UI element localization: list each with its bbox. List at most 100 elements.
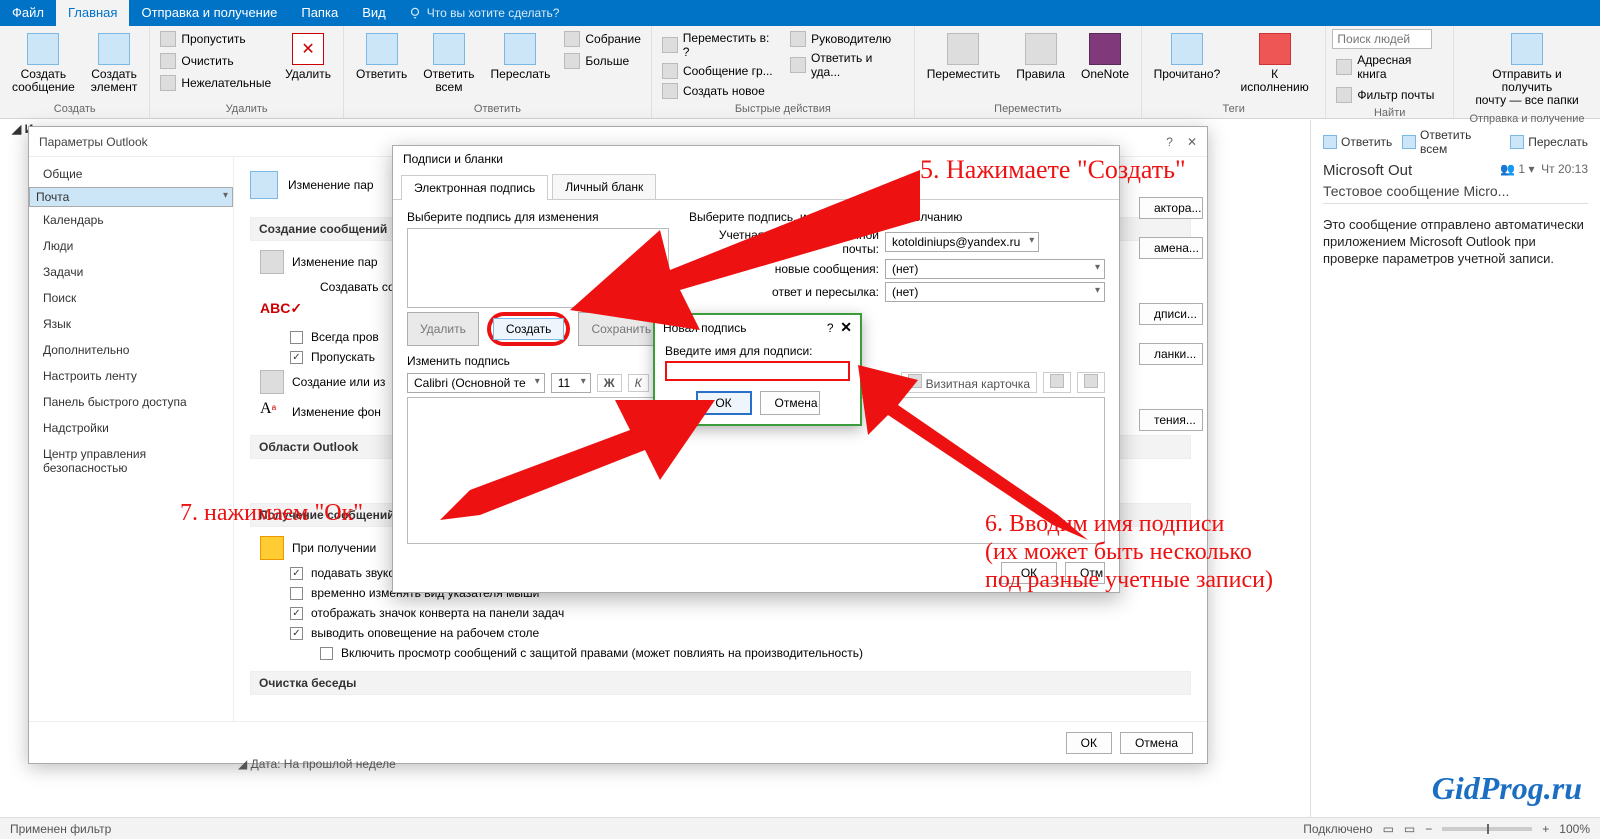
- cat-language[interactable]: Язык: [29, 311, 233, 337]
- checkbox[interactable]: [290, 587, 303, 600]
- tab-view[interactable]: Вид: [350, 0, 398, 26]
- link-button[interactable]: [1077, 372, 1105, 393]
- business-card-button[interactable]: Визитная карточка: [901, 372, 1037, 393]
- tab-email-signature[interactable]: Электронная подпись: [401, 175, 548, 200]
- help-button[interactable]: ?: [1166, 135, 1173, 149]
- group-quick-steps: Переместить в: ? Сообщение гр... Создать…: [652, 26, 915, 118]
- meeting-button[interactable]: Собрание: [560, 29, 645, 49]
- qs-replydel[interactable]: Ответить и уда...: [786, 49, 908, 81]
- address-book-button[interactable]: Адресная книга: [1332, 51, 1447, 83]
- sendreceive-button[interactable]: Отправить и получить почту — все папки: [1460, 29, 1594, 111]
- cat-advanced[interactable]: Дополнительно: [29, 337, 233, 363]
- size-select[interactable]: 11: [551, 373, 591, 393]
- save-signature-button[interactable]: Сохранить: [578, 312, 664, 346]
- reply-fwd-select[interactable]: (нет): [885, 282, 1105, 302]
- zoom-value: 100%: [1559, 822, 1590, 836]
- signature-cancel-button[interactable]: Отм: [1065, 562, 1105, 584]
- account-select[interactable]: kotoldiniups@yandex.ru: [885, 232, 1039, 252]
- search-people-input[interactable]: [1332, 29, 1432, 49]
- new-message-button[interactable]: Создать сообщение: [6, 29, 81, 101]
- envelope-icon: [250, 171, 278, 199]
- new-sig-name-input[interactable]: [665, 361, 850, 381]
- cat-mail[interactable]: Почта: [29, 187, 233, 207]
- side-btn[interactable]: актора...: [1139, 197, 1203, 219]
- clean-button[interactable]: Очистить: [156, 51, 275, 71]
- reply-button[interactable]: Ответить: [350, 29, 413, 101]
- delete-signature-button[interactable]: Удалить: [407, 312, 479, 346]
- date-group[interactable]: ◢ Дата: На прошлой неделе: [238, 757, 396, 771]
- options-cancel-button[interactable]: Отмена: [1120, 732, 1193, 754]
- cat-tasks[interactable]: Задачи: [29, 259, 233, 285]
- picture-button[interactable]: [1043, 372, 1071, 393]
- font-select[interactable]: Calibri (Основной те: [407, 373, 545, 393]
- tab-file[interactable]: Файл: [0, 0, 56, 26]
- qs-boss[interactable]: Руководителю: [786, 29, 908, 49]
- tab-folder[interactable]: Папка: [289, 0, 350, 26]
- delete-button[interactable]: Удалить: [279, 29, 337, 101]
- qs-new[interactable]: Создать новое: [658, 81, 782, 101]
- cat-ribbon[interactable]: Настроить ленту: [29, 363, 233, 389]
- cat-people[interactable]: Люди: [29, 233, 233, 259]
- forward-button[interactable]: Переслать: [485, 29, 557, 101]
- checkbox[interactable]: [290, 567, 303, 580]
- tab-home[interactable]: Главная: [56, 0, 129, 26]
- junk-button[interactable]: Нежелательные: [156, 73, 275, 93]
- signature-list[interactable]: [407, 228, 669, 308]
- followup-button[interactable]: К исполнению: [1230, 29, 1320, 101]
- qs-move[interactable]: Переместить в: ?: [658, 29, 782, 61]
- tab-sendreceive[interactable]: Отправка и получение: [129, 0, 289, 26]
- sender-name: Microsoft Out: [1323, 162, 1412, 179]
- checkbox[interactable]: [290, 331, 303, 344]
- reply-all-link[interactable]: Ответить всем: [1402, 128, 1500, 156]
- view-normal-icon[interactable]: ▭: [1383, 822, 1394, 836]
- cat-search[interactable]: Поиск: [29, 285, 233, 311]
- flag-icon: [1259, 33, 1291, 65]
- tell-me[interactable]: Что вы хотите сделать?: [398, 0, 570, 26]
- close-button[interactable]: ✕: [840, 319, 852, 335]
- italic-button[interactable]: К: [628, 374, 649, 392]
- rules-button[interactable]: Правила: [1010, 29, 1071, 101]
- reply-icon: [1323, 135, 1337, 149]
- signature-ok-button[interactable]: ОК: [1001, 562, 1057, 584]
- side-btn[interactable]: амена...: [1139, 237, 1203, 259]
- qs-team[interactable]: Сообщение гр...: [658, 61, 782, 81]
- zoom-slider[interactable]: [1442, 827, 1532, 831]
- new-item-button[interactable]: Создать элемент: [85, 29, 144, 101]
- side-btn[interactable]: тения...: [1139, 409, 1203, 431]
- new-sig-ok-button[interactable]: ОК: [696, 391, 752, 415]
- new-sig-cancel-button[interactable]: Отмена: [760, 391, 820, 415]
- create-signature-button[interactable]: Создать: [493, 318, 565, 340]
- checkbox[interactable]: [290, 607, 303, 620]
- cat-trust[interactable]: Центр управления безопасностью: [29, 441, 233, 481]
- read-unread-button[interactable]: Прочитано?: [1148, 29, 1226, 101]
- ignore-button[interactable]: Пропустить: [156, 29, 275, 49]
- side-btn[interactable]: дписи...: [1139, 303, 1203, 325]
- broom-icon: [160, 53, 176, 69]
- reply-link[interactable]: Ответить: [1323, 128, 1392, 156]
- onenote-button[interactable]: OneNote: [1075, 29, 1135, 101]
- row-text: Всегда пров: [311, 330, 379, 344]
- filter-mail-button[interactable]: Фильтр почты: [1332, 85, 1447, 105]
- more-button[interactable]: Больше: [560, 51, 645, 71]
- new-msgs-select[interactable]: (нет): [885, 259, 1105, 279]
- filter-icon: [1336, 87, 1352, 103]
- cat-qat[interactable]: Панель быстрого доступа: [29, 389, 233, 415]
- forward-link[interactable]: Переслать: [1510, 128, 1588, 156]
- envelope-open-icon: [1171, 33, 1203, 65]
- cat-addins[interactable]: Надстройки: [29, 415, 233, 441]
- move-button[interactable]: Переместить: [921, 29, 1007, 101]
- people-icon[interactable]: 👥: [1500, 162, 1515, 176]
- close-button[interactable]: ✕: [1187, 135, 1197, 149]
- cat-calendar[interactable]: Календарь: [29, 207, 233, 233]
- checkbox[interactable]: [320, 647, 333, 660]
- options-ok-button[interactable]: ОК: [1066, 732, 1112, 754]
- tab-stationery[interactable]: Личный бланк: [552, 174, 656, 199]
- checkbox[interactable]: [290, 351, 303, 364]
- view-reading-icon[interactable]: ▭: [1404, 822, 1415, 836]
- bold-button[interactable]: Ж: [597, 374, 622, 392]
- checkbox[interactable]: [290, 627, 303, 640]
- cat-general[interactable]: Общие: [29, 161, 233, 187]
- reply-all-button[interactable]: Ответить всем: [417, 29, 480, 101]
- side-btn[interactable]: ланки...: [1139, 343, 1203, 365]
- rules-icon: [1025, 33, 1057, 65]
